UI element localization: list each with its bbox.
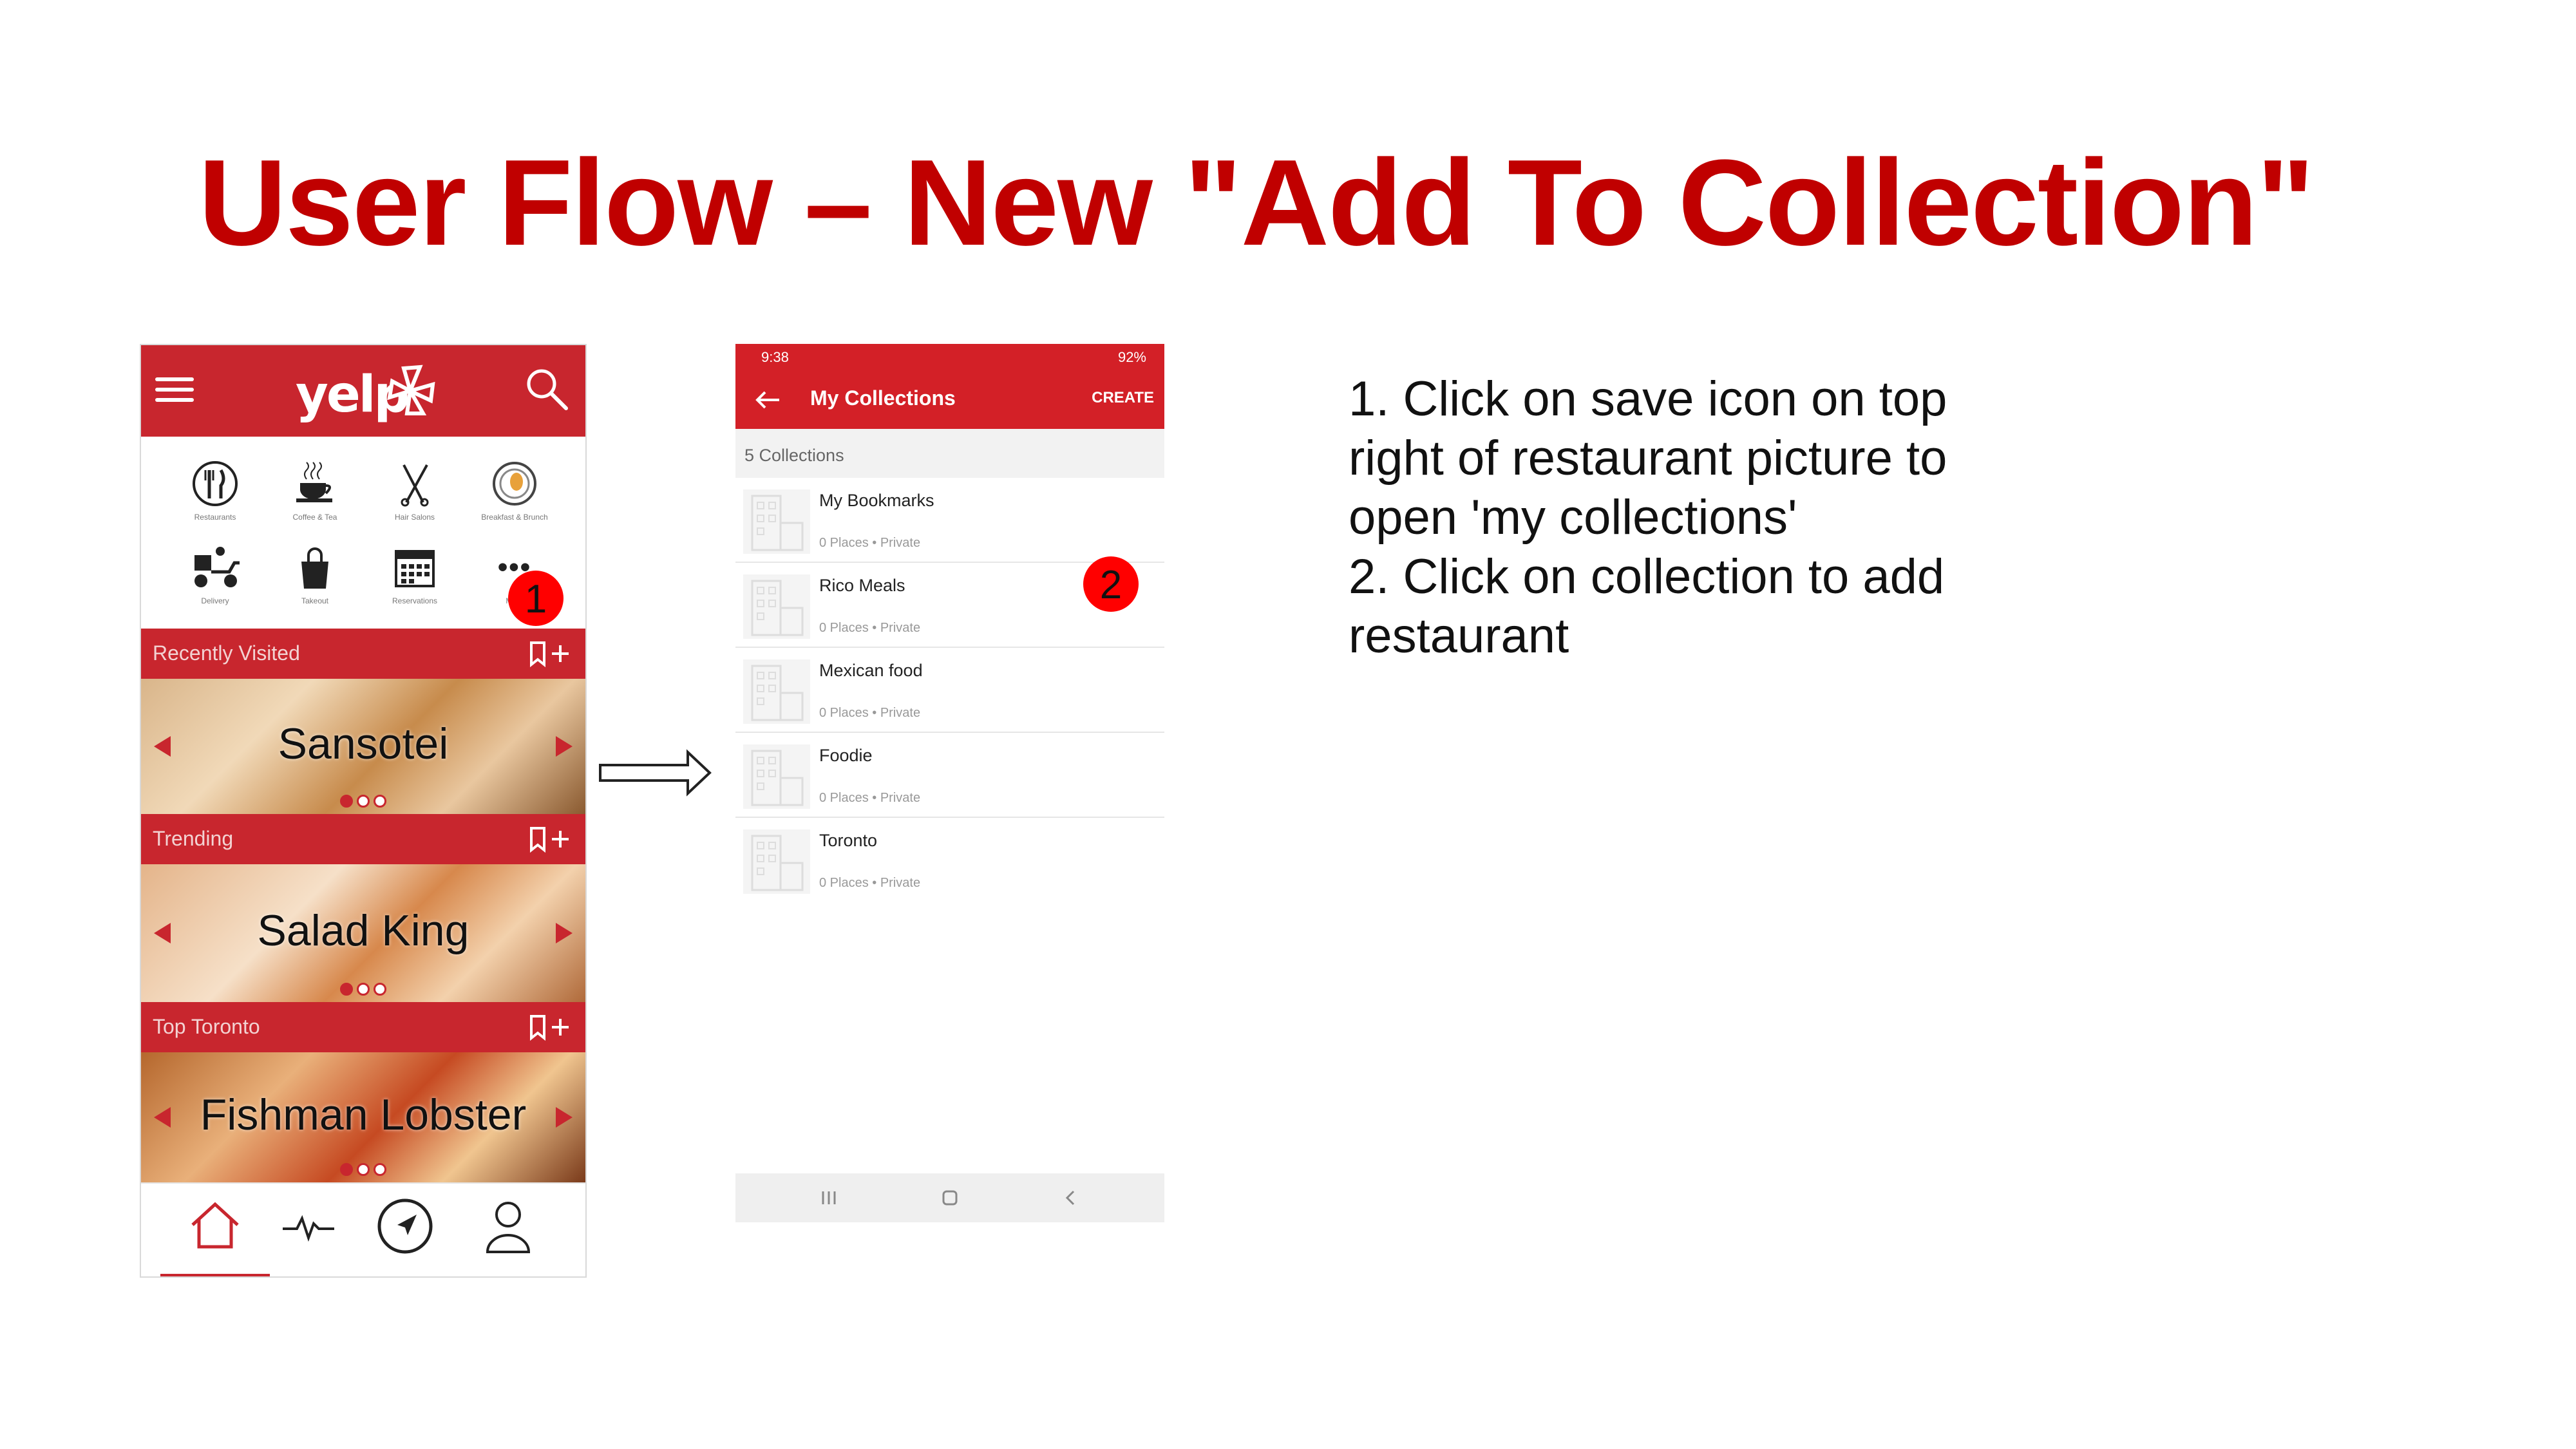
coffee-cup-icon (296, 462, 332, 502)
restaurant-name: Salad King (257, 906, 469, 955)
restaurant-card-salad-king[interactable]: Salad King (141, 864, 585, 1002)
collection-item[interactable]: Foodie 0 Places • Private (735, 733, 1164, 818)
building-placeholder-icon (743, 659, 810, 724)
home-button-icon[interactable] (938, 1186, 961, 1209)
active-tab-indicator (160, 1274, 270, 1276)
app-header: yelp (141, 345, 585, 437)
category-hair-salons[interactable]: Hair Salons (366, 455, 463, 522)
back-button-icon[interactable] (1061, 1186, 1080, 1209)
building-placeholder-icon (743, 574, 810, 639)
section-title: Recently Visited (153, 641, 300, 665)
collection-name: Toronto (819, 831, 878, 850)
instructions: 1. Click on save icon on top right of re… (1349, 370, 1993, 666)
back-arrow-icon[interactable] (753, 389, 782, 411)
category-label: Breakfast & Brunch (481, 513, 548, 522)
collection-name: Rico Meals (819, 576, 905, 595)
collection-item[interactable]: Toronto 0 Places • Private (735, 818, 1164, 902)
home-icon[interactable] (180, 1195, 251, 1257)
yelp-burst-icon (387, 365, 435, 415)
restaurant-card-sansotei[interactable]: Sansotei (141, 679, 585, 814)
android-nav-bar (735, 1173, 1164, 1222)
next-arrow-icon[interactable] (556, 736, 573, 757)
collections-count-bar: 5 Collections (735, 429, 1164, 478)
status-battery: 92% (1117, 349, 1146, 365)
collection-name: My Bookmarks (819, 491, 934, 510)
carousel-dots (141, 1163, 585, 1176)
restaurant-card-fishman-lobster[interactable]: Fishman Lobster (141, 1052, 585, 1182)
instruction-step-2: 2. Click on collection to add restaurant (1349, 549, 1945, 663)
section-header-trending: Trending (141, 814, 585, 864)
next-arrow-icon[interactable] (556, 923, 573, 943)
collection-meta: 0 Places • Private (819, 621, 921, 635)
category-label: Coffee & Tea (292, 513, 337, 522)
collection-name: Foodie (819, 746, 873, 765)
category-label: Restaurants (194, 513, 236, 522)
flow-arrow-icon (599, 749, 712, 797)
yelp-home-screen: yelp Restaurants Coffee & Tea Hair Salon… (140, 344, 587, 1278)
slide-title: User Flow – New "Add To Collection" (198, 135, 2315, 271)
collection-meta: 0 Places • Private (819, 791, 921, 805)
step-badge-2: 2 (1083, 556, 1139, 612)
collection-item[interactable]: My Bookmarks 0 Places • Private (735, 478, 1164, 563)
collections-list: My Bookmarks 0 Places • Private Rico Mea… (735, 478, 1164, 902)
collection-name: Mexican food (819, 661, 923, 680)
section-header-recently-visited: Recently Visited (141, 629, 585, 679)
step-badge-1: 1 (508, 571, 564, 626)
status-bar: 9:38 92% (735, 344, 1164, 370)
restaurant-name: Fishman Lobster (200, 1090, 527, 1139)
category-restaurants[interactable]: Restaurants (167, 455, 263, 522)
collection-item[interactable]: Mexican food 0 Places • Private (735, 648, 1164, 733)
takeout-bag-icon (301, 547, 328, 589)
section-title: Top Toronto (153, 1015, 260, 1038)
hamburger-menu-icon[interactable] (155, 371, 194, 410)
instruction-step-1: 1. Click on save icon on top right of re… (1349, 372, 1947, 545)
save-collection-button[interactable] (526, 1011, 573, 1046)
calendar-icon (395, 550, 435, 587)
profile-icon[interactable] (476, 1195, 540, 1257)
category-coffee[interactable]: Coffee & Tea (267, 455, 363, 522)
create-collection-button[interactable]: CREATE (1092, 389, 1154, 407)
section-header-top-toronto: Top Toronto (141, 1002, 585, 1052)
category-label: Hair Salons (394, 513, 435, 522)
category-label: Reservations (392, 596, 438, 605)
status-time: 9:38 (761, 349, 789, 365)
fork-knife-icon (193, 461, 238, 506)
building-placeholder-icon (743, 489, 810, 554)
bottom-nav (141, 1182, 585, 1276)
category-label: Delivery (201, 596, 229, 605)
delivery-scooter-icon (194, 547, 240, 587)
navigate-icon[interactable] (373, 1195, 437, 1257)
collections-title: My Collections (810, 386, 956, 410)
save-collection-button[interactable] (526, 638, 573, 673)
collection-meta: 0 Places • Private (819, 706, 921, 720)
category-breakfast[interactable]: Breakfast & Brunch (466, 455, 563, 522)
search-icon[interactable] (524, 366, 570, 412)
scissors-icon (401, 464, 429, 507)
activity-icon[interactable] (276, 1195, 341, 1257)
recent-apps-icon[interactable] (819, 1186, 838, 1209)
building-placeholder-icon (743, 829, 810, 894)
my-collections-screen: 9:38 92% My Collections CREATE 5 Collect… (735, 344, 1164, 1222)
category-delivery[interactable]: Delivery (167, 538, 263, 605)
category-takeout[interactable]: Takeout (267, 538, 363, 605)
category-grid: Restaurants Coffee & Tea Hair Salons Bre… (167, 455, 566, 635)
save-collection-button[interactable] (526, 823, 573, 858)
carousel-dots (141, 795, 585, 808)
yelp-logo: yelp (296, 358, 437, 429)
collections-count: 5 Collections (744, 446, 844, 465)
category-label: Takeout (301, 596, 329, 605)
collections-app-bar: My Collections CREATE (735, 370, 1164, 429)
carousel-dots (141, 983, 585, 996)
category-reservations[interactable]: Reservations (366, 538, 463, 605)
breakfast-plate-icon (493, 462, 536, 506)
collection-meta: 0 Places • Private (819, 536, 921, 550)
next-arrow-icon[interactable] (556, 1107, 573, 1128)
section-title: Trending (153, 827, 234, 850)
bookmark-plus-icon (530, 1015, 569, 1041)
bookmark-plus-icon (530, 827, 569, 853)
collection-meta: 0 Places • Private (819, 876, 921, 890)
restaurant-name: Sansotei (278, 719, 449, 768)
bookmark-plus-icon (530, 641, 569, 668)
building-placeholder-icon (743, 744, 810, 809)
